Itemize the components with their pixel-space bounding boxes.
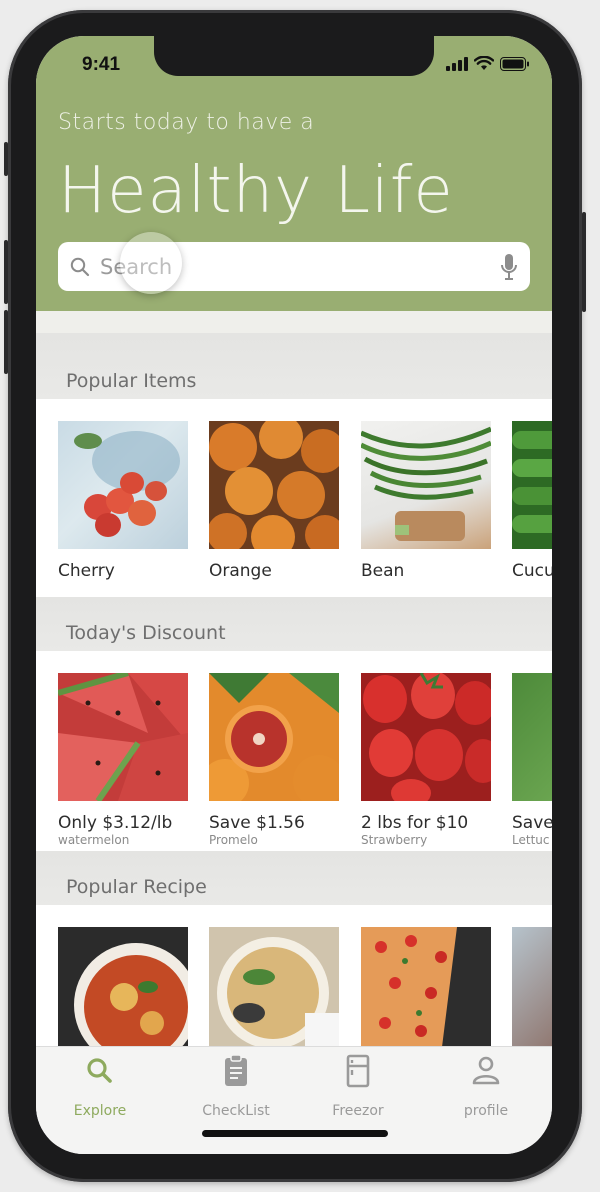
- todays-discount-row: Only $3.12/lb watermelon Save $1.56 Prom…: [36, 651, 552, 851]
- product-name: Bean: [361, 561, 405, 581]
- divider-strip: [36, 311, 552, 333]
- product-card-cherry[interactable]: Cherry: [58, 421, 188, 581]
- section-header-popular-items: Popular Items: [36, 333, 552, 399]
- wifi-icon: [474, 56, 494, 70]
- product-name: Cucu: [512, 561, 552, 581]
- section-title: Today's Discount: [66, 622, 226, 644]
- tagline: Starts today to have a: [58, 110, 315, 135]
- tab-label: profile: [463, 1103, 509, 1119]
- bean-image: [361, 421, 491, 549]
- volume-up-button: [4, 240, 8, 304]
- lettuce-image: [512, 673, 552, 801]
- signal-icon: [446, 56, 468, 71]
- battery-icon: [500, 56, 529, 71]
- discount-card-lettuce[interactable]: Save Lettuc: [512, 673, 552, 847]
- recipe-image: [512, 927, 552, 1055]
- recipe-image: [361, 927, 491, 1055]
- touch-indicator: [120, 232, 182, 294]
- discount-card-promelo[interactable]: Save $1.56 Promelo: [209, 673, 339, 847]
- tab-label: Explore: [73, 1103, 127, 1119]
- tab-label: Freezor: [332, 1103, 384, 1119]
- section-header-todays-discount: Today's Discount: [36, 597, 552, 651]
- product-name: Cherry: [58, 561, 115, 581]
- silent-switch: [4, 142, 8, 176]
- strawberry-image: [361, 673, 491, 801]
- deal-text: Only $3.12/lb: [58, 813, 173, 833]
- section-header-popular-recipe: Popular Recipe: [36, 851, 552, 905]
- tab-freezor[interactable]: Freezor: [298, 1053, 418, 1119]
- mic-icon[interactable]: [500, 253, 518, 281]
- orange-image: [209, 421, 339, 549]
- status-time: 9:41: [82, 54, 121, 75]
- cherry-image: [58, 421, 188, 549]
- volume-down-button: [4, 310, 8, 374]
- page-title: Healthy Life: [58, 154, 454, 228]
- watermelon-image: [58, 673, 188, 801]
- promelo-image: [209, 673, 339, 801]
- fridge-icon: [346, 1054, 370, 1088]
- home-indicator[interactable]: [202, 1130, 388, 1137]
- tab-profile[interactable]: profile: [426, 1053, 546, 1119]
- tab-bar: Explore CheckList Freezor profile: [36, 1046, 552, 1154]
- discount-card-strawberry[interactable]: 2 lbs for $10 Strawberry: [361, 673, 491, 847]
- recipe-image: [209, 927, 339, 1055]
- person-icon: [472, 1056, 500, 1085]
- tab-explore[interactable]: Explore: [40, 1053, 160, 1119]
- recipe-card-3[interactable]: [361, 927, 491, 1055]
- notch: [154, 36, 434, 76]
- product-card-orange[interactable]: Orange: [209, 421, 339, 581]
- status-icons: [446, 56, 530, 71]
- product-name: Promelo: [209, 833, 258, 847]
- popular-recipe-row: [36, 905, 552, 1065]
- product-name: Orange: [209, 561, 272, 581]
- discount-card-watermelon[interactable]: Only $3.12/lb watermelon: [58, 673, 188, 847]
- product-name: Strawberry: [361, 833, 428, 847]
- product-name: watermelon: [58, 833, 130, 847]
- search-icon: [87, 1058, 112, 1083]
- recipe-card-1[interactable]: [58, 927, 188, 1055]
- product-name: Lettuc: [512, 833, 550, 847]
- tab-checklist[interactable]: CheckList: [176, 1053, 296, 1119]
- recipe-image: [58, 927, 188, 1055]
- popular-items-row: Cherry Orange Bean Cucu: [36, 399, 552, 597]
- deal-text: Save $1.56: [209, 813, 305, 833]
- section-title: Popular Recipe: [66, 876, 207, 898]
- phone-screen: 9:41 Starts today to have a Healthy Life: [36, 36, 552, 1154]
- recipe-card-2[interactable]: [209, 927, 339, 1055]
- product-card-bean[interactable]: Bean: [361, 421, 491, 581]
- power-button: [582, 212, 586, 312]
- recipe-card-4[interactable]: [512, 927, 552, 1055]
- header: 9:41 Starts today to have a Healthy Life: [36, 36, 552, 311]
- deal-text: 2 lbs for $10: [361, 813, 469, 833]
- tab-label: CheckList: [202, 1103, 270, 1119]
- cucumber-image: [512, 421, 552, 549]
- deal-text: Save: [512, 813, 552, 833]
- product-card-cucumber[interactable]: Cucu: [512, 421, 552, 581]
- search-icon: [70, 257, 90, 276]
- clipboard-icon: [225, 1054, 247, 1086]
- section-title: Popular Items: [66, 370, 197, 392]
